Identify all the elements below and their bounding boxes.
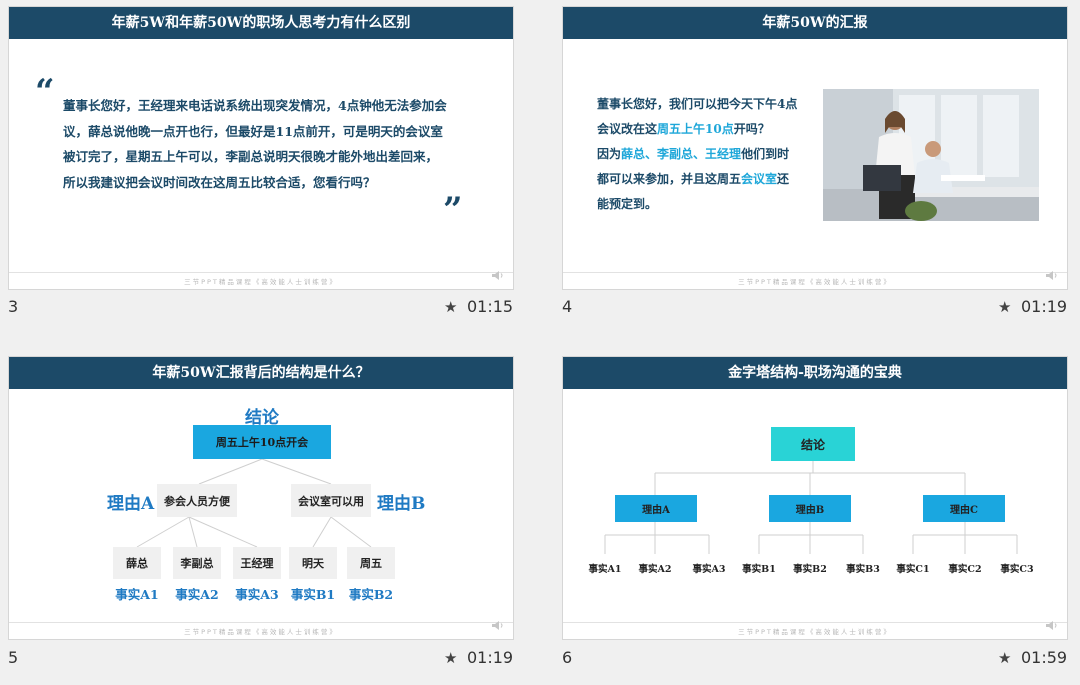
highlight-text: 薛总、李副总 [621,147,694,161]
fact-box: 李副总 [173,547,221,579]
fact-label: 事实B2 [348,587,394,602]
reason-b-box: 会议室可以用 [291,484,371,517]
slide-duration: 01:19 [1021,297,1068,316]
slide-thumbnail-4[interactable]: 年薪50W的汇报 董事长您好，我们可以把今天下午4点 会议改在这周五上午10点开… [562,6,1068,290]
footer-divider [563,272,1067,273]
body-line: 所以我建议把会议时间改在这周五比较合适，您看行吗？ [63,174,376,190]
body-line: 被订完了，星期五上午可以，李副总说明天很晚才能外地出差回来， [63,149,439,164]
slide-number: 6 [562,648,573,667]
photo-office-meeting [823,89,1039,221]
fact-box: 薛总 [113,547,161,579]
body-line: 董事长您好，我们可以把今天下午4点 [597,97,798,111]
reason-box: 理由C [923,495,1005,522]
slide-duration: 01:19 [467,648,514,667]
star-icon[interactable]: ★ [444,298,457,316]
footer-divider [9,622,513,623]
fact-label: 事实A1 [115,587,159,602]
fact-label: 事实C1 [896,564,930,575]
reason-box: 理由A [615,495,697,522]
slide-footer: 三节PPT精品课程《高效能人士训练营》 [184,628,338,636]
close-quote-mark: ” [443,190,463,230]
fact-box: 王经理 [233,547,281,579]
conclusion-box: 结论 [771,427,855,461]
slide-footer: 三节PPT精品课程《高效能人士训练营》 [738,628,892,636]
slide-body-text: 董事长您好，王经理来电话说系统出现突发情况，4点钟他无法参加会 议，薛总说他晚一… [63,93,493,195]
slide-footer: 三节PPT精品课程《高效能人士训练营》 [738,278,892,286]
slide-title: 年薪5W和年薪50W的职场人思考力有什么区别 [9,7,513,39]
fact-label: 事实B2 [793,564,827,575]
slide-number: 3 [8,297,19,316]
star-icon[interactable]: ★ [998,649,1011,667]
text-run: 因为 [597,147,622,161]
slide-footer: 三节PPT精品课程《高效能人士训练营》 [184,278,338,286]
text-run: 都可以来参加，并且这周五 [597,172,742,186]
body-line: 会议改在这周五上午10点开吗？ [597,117,827,142]
fact-box: 明天 [289,547,337,579]
slide-duration: 01:15 [467,297,514,316]
slide-thumbnail-5[interactable]: 年薪50W汇报背后的结构是什么？ 结论 周五上午10点开会 理由A 参会人员方便… [8,356,514,640]
fact-label: 事实A3 [235,587,279,602]
body-line: 董事长您好，王经理来电话说系统出现突发情况，4点钟他无法参加会 [63,98,447,113]
text-run: 开吗？ [733,122,770,136]
fact-label: 事实A2 [175,587,219,602]
highlight-text: 会议室 [741,172,778,186]
slide-thumbnail-3[interactable]: 年薪5W和年薪50W的职场人思考力有什么区别 “ 董事长您好，王经理来电话说系统… [8,6,514,290]
body-line: 能预定到。 [597,197,658,211]
speaker-icon[interactable] [1045,270,1058,281]
fact-label: 事实C2 [948,564,982,575]
footer-divider [563,622,1067,623]
slide-thumbnail-6[interactable]: 金字塔结构-职场沟通的宝典 结论 理由A 理由B 理由C 事实A1 事实A2 事… [562,356,1068,640]
fact-label: 事实C3 [1000,564,1034,575]
highlight-text: 周五上午10点 [657,122,734,136]
slide-title: 年薪50W的汇报 [563,7,1067,39]
reason-box: 理由B [769,495,851,522]
star-icon[interactable]: ★ [444,649,457,667]
reason-a-box: 参会人员方便 [157,484,237,517]
speaker-icon[interactable] [491,270,504,281]
text-run: 会议改在这 [597,122,658,136]
speaker-icon[interactable] [1045,620,1058,631]
footer-divider [9,272,513,273]
text-run: 还 [777,172,790,186]
slide-number: 4 [562,297,573,316]
star-icon[interactable]: ★ [998,298,1011,316]
highlight-text: 王经理 [705,147,742,161]
fact-label: 事实B1 [290,587,336,602]
reason-a-label: 理由A [107,494,155,514]
slide-duration: 01:59 [1021,648,1068,667]
slide-body-text: 董事长您好，我们可以把今天下午4点 会议改在这周五上午10点开吗？ 因为薛总、李… [597,92,827,217]
open-quote-mark: “ [35,72,55,112]
speaker-icon[interactable] [491,620,504,631]
fact-box: 周五 [347,547,395,579]
body-line: 议，薛总说他晚一点开也行，但最好是11点前开，可是明天的会议室 [63,123,443,139]
reason-b-label: 理由B [377,494,426,514]
highlight-text: 、 [693,147,706,161]
fact-label: 事实A2 [638,564,672,575]
body-line: 因为薛总、李副总、王经理他们到时 [597,142,827,167]
conclusion-box: 周五上午10点开会 [193,425,331,459]
text-run: 他们到时 [741,147,790,161]
body-line: 都可以来参加，并且这周五会议室还 [597,167,827,192]
slide-number: 5 [8,648,19,667]
